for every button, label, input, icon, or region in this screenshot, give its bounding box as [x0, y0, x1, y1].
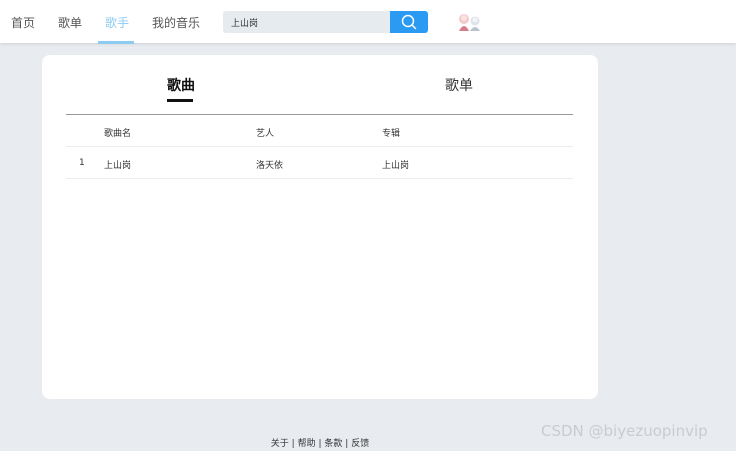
- footer-separator: |: [345, 439, 349, 449]
- artist-name[interactable]: 洛天依: [256, 158, 283, 171]
- song-name[interactable]: 上山岗: [104, 158, 131, 171]
- top-navbar: 首页 歌单 歌手 我的音乐: [0, 0, 736, 44]
- album-name[interactable]: 上山岗: [382, 158, 409, 171]
- nav-singers[interactable]: 歌手: [105, 14, 129, 31]
- search-input[interactable]: [223, 11, 391, 33]
- nav-active-indicator: [98, 41, 134, 44]
- column-header-song-name: 歌曲名: [104, 129, 132, 139]
- watermark: CSDN @biyezuopinvip: [541, 422, 708, 440]
- search-icon: [401, 14, 417, 30]
- column-header-album: 专辑: [382, 129, 401, 139]
- tab-active-indicator: [167, 99, 193, 102]
- header-row-divider: [66, 146, 573, 147]
- column-header-artist: 艺人: [256, 129, 275, 139]
- search-results-card: 歌曲 歌单 歌曲名 艺人 专辑 1 上山岗 洛天依 上山岗: [42, 55, 598, 399]
- nav-home[interactable]: 首页: [11, 14, 35, 31]
- footer-separator: |: [318, 439, 322, 449]
- footer-feedback-link[interactable]: 反馈: [351, 439, 369, 449]
- user-avatar[interactable]: [456, 12, 484, 32]
- search-box: [223, 11, 391, 33]
- footer-separator: |: [291, 439, 295, 449]
- tab-playlists[interactable]: 歌单: [445, 75, 473, 95]
- footer-about-link[interactable]: 关于: [271, 439, 289, 449]
- tab-songs[interactable]: 歌曲: [167, 75, 195, 95]
- footer-terms-link[interactable]: 条款: [324, 439, 342, 449]
- tab-divider: [66, 114, 573, 115]
- nav-playlists[interactable]: 歌单: [58, 14, 82, 31]
- nav-my-music[interactable]: 我的音乐: [152, 14, 200, 31]
- search-button[interactable]: [390, 11, 428, 33]
- footer-help-link[interactable]: 帮助: [298, 439, 316, 449]
- row-divider: [66, 178, 573, 179]
- row-index: 1: [79, 158, 85, 168]
